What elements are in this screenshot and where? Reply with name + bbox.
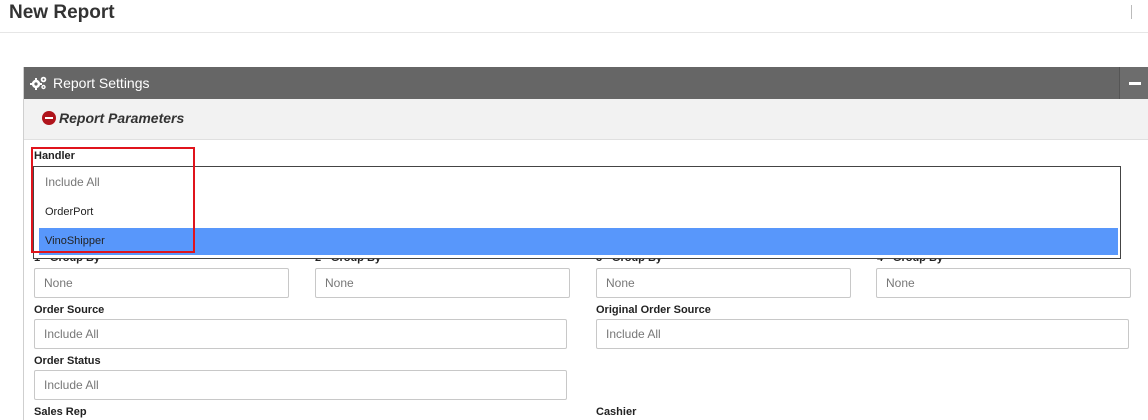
header-divider bbox=[0, 32, 1148, 33]
collapse-button[interactable] bbox=[1119, 67, 1148, 99]
group-by-1-select[interactable]: None bbox=[34, 268, 289, 298]
page-title: New Report bbox=[9, 2, 115, 23]
window-edge bbox=[1131, 5, 1132, 19]
order-status-label: Order Status bbox=[34, 355, 101, 367]
report-parameters-title: Report Parameters bbox=[59, 110, 185, 126]
handler-option-vinoshipper[interactable]: VinoShipper bbox=[39, 228, 1118, 255]
original-order-source-select[interactable]: Include All bbox=[596, 319, 1129, 349]
order-source-select[interactable]: Include All bbox=[34, 319, 567, 349]
gears-icon bbox=[30, 76, 47, 90]
original-order-source-label: Original Order Source bbox=[596, 304, 711, 316]
order-source-label: Order Source bbox=[34, 304, 105, 316]
minus-icon bbox=[1129, 82, 1141, 85]
panel-title: Report Settings bbox=[53, 75, 150, 91]
order-status-select[interactable]: Include All bbox=[34, 370, 567, 400]
cashier-label: Cashier bbox=[596, 406, 637, 418]
panel-header[interactable]: Report Settings bbox=[24, 67, 1148, 99]
group-by-3-select[interactable]: None bbox=[596, 268, 851, 298]
minus-circle-icon[interactable] bbox=[42, 111, 56, 125]
annotation-highlight-box bbox=[31, 147, 195, 253]
handler-dropdown[interactable]: Include All OrderPort VinoShipper bbox=[33, 166, 1121, 259]
group-by-4-select[interactable]: None bbox=[876, 268, 1131, 298]
group-by-2-select[interactable]: None bbox=[315, 268, 570, 298]
report-parameters-header[interactable]: Report Parameters bbox=[24, 99, 1148, 140]
sales-rep-label: Sales Rep bbox=[34, 406, 87, 418]
handler-option-orderport[interactable]: OrderPort bbox=[39, 199, 1118, 226]
handler-search-input[interactable]: Include All bbox=[39, 169, 1118, 196]
